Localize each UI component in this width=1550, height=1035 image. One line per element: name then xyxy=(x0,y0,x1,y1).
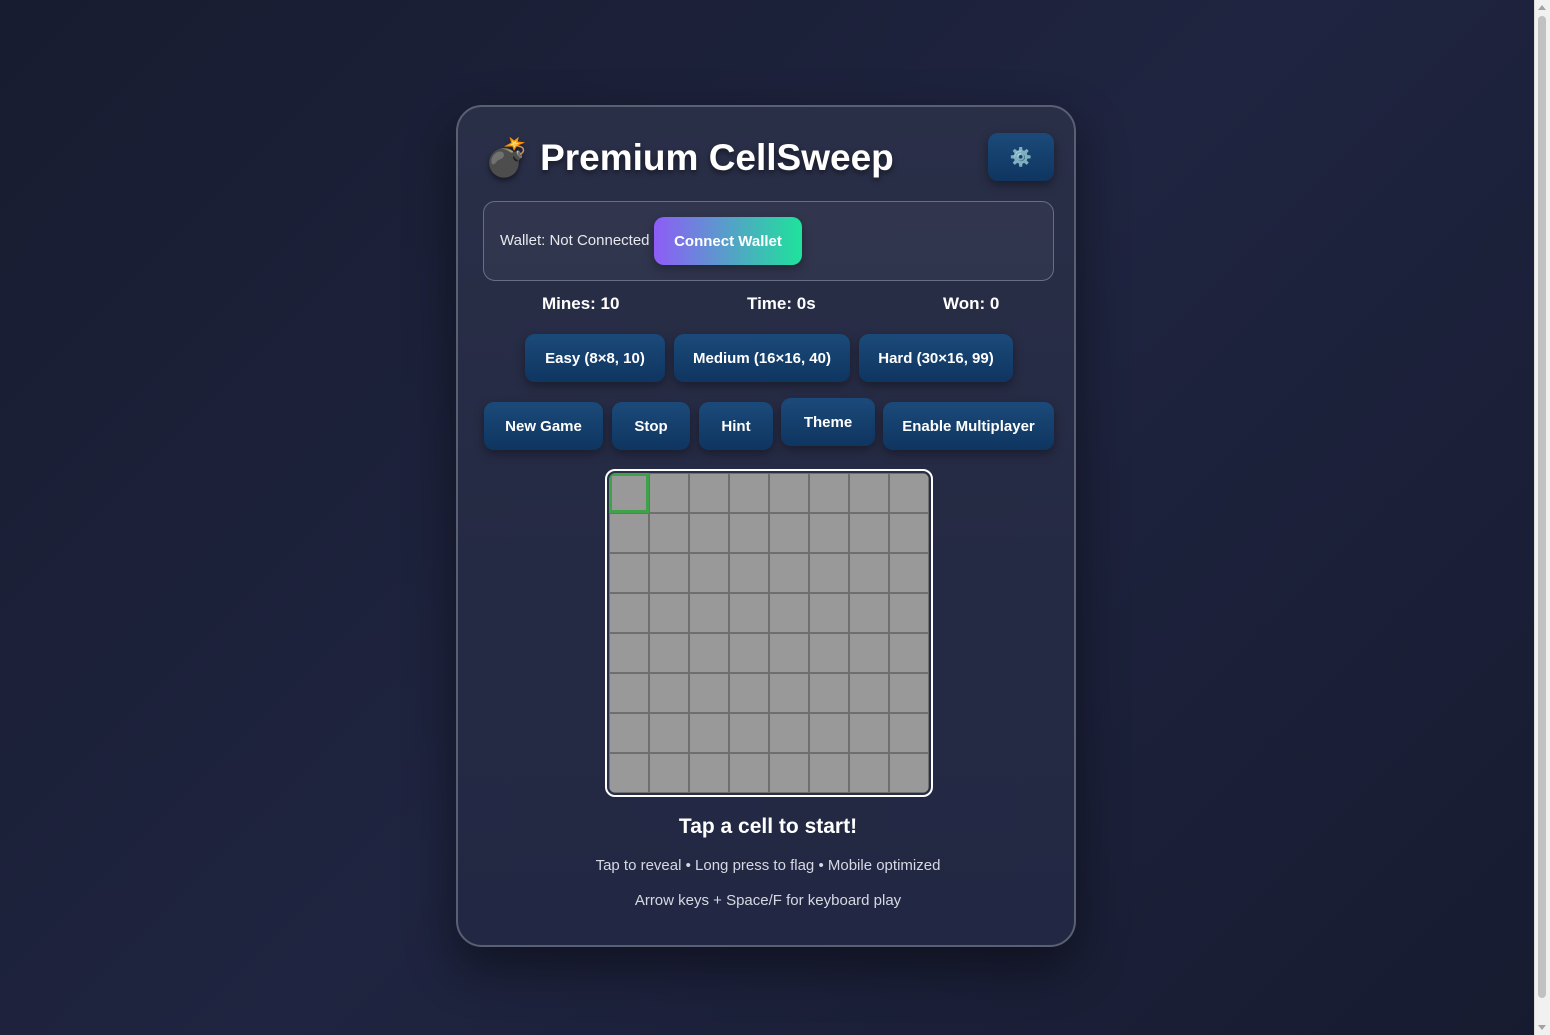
board-cell[interactable] xyxy=(809,713,849,753)
board-cell[interactable] xyxy=(689,753,729,793)
board-cell[interactable] xyxy=(809,673,849,713)
board-cell[interactable] xyxy=(609,753,649,793)
board-cell[interactable] xyxy=(649,513,689,553)
header: 💣 Premium CellSweep ⚙️ xyxy=(484,133,1054,185)
board-cell[interactable] xyxy=(809,753,849,793)
board-cell[interactable] xyxy=(649,673,689,713)
connect-wallet-button[interactable]: Connect Wallet xyxy=(654,217,802,265)
theme-button[interactable]: Theme xyxy=(781,398,875,446)
board-cell[interactable] xyxy=(649,633,689,673)
board-cell[interactable] xyxy=(649,593,689,633)
help-text-keyboard: Arrow keys + Space/F for keyboard play xyxy=(634,892,902,909)
board-cell[interactable] xyxy=(769,673,809,713)
board-cell[interactable] xyxy=(849,753,889,793)
board-cell[interactable] xyxy=(729,633,769,673)
board-cell[interactable] xyxy=(649,713,689,753)
board-cell[interactable] xyxy=(769,713,809,753)
board-cell[interactable] xyxy=(649,553,689,593)
board-cell[interactable] xyxy=(609,713,649,753)
board-cell[interactable] xyxy=(889,473,929,513)
scrollbar[interactable] xyxy=(1534,0,1550,1035)
board-cell[interactable] xyxy=(849,633,889,673)
board-cell[interactable] xyxy=(849,513,889,553)
scroll-up-arrow-icon[interactable] xyxy=(1538,5,1546,10)
mines-counter: Mines: 10 xyxy=(542,294,620,313)
board-cell[interactable] xyxy=(689,553,729,593)
board-cell[interactable] xyxy=(609,633,649,673)
board-cell[interactable] xyxy=(729,673,769,713)
gear-icon: ⚙️ xyxy=(1009,146,1033,167)
hard-button[interactable]: Hard (30×16, 99) xyxy=(859,334,1013,382)
stop-button[interactable]: Stop xyxy=(612,402,690,450)
board-cell[interactable] xyxy=(689,593,729,633)
board-cell[interactable] xyxy=(609,593,649,633)
easy-button[interactable]: Easy (8×8, 10) xyxy=(525,334,665,382)
medium-button[interactable]: Medium (16×16, 40) xyxy=(674,334,850,382)
new-game-button[interactable]: New Game xyxy=(484,402,603,450)
hint-button[interactable]: Hint xyxy=(699,402,773,450)
page-title: 💣 Premium CellSweep xyxy=(484,135,894,181)
board-cell[interactable] xyxy=(849,713,889,753)
board-cell[interactable] xyxy=(809,513,849,553)
board-cell[interactable] xyxy=(809,593,849,633)
title-text: Premium CellSweep xyxy=(540,137,894,178)
board-cell[interactable] xyxy=(889,633,929,673)
board-cell[interactable] xyxy=(729,513,769,553)
board-cell[interactable] xyxy=(769,553,809,593)
game-board xyxy=(605,469,933,797)
board-cell[interactable] xyxy=(769,753,809,793)
board-cell[interactable] xyxy=(809,633,849,673)
board-cell[interactable] xyxy=(769,513,809,553)
board-cell[interactable] xyxy=(769,473,809,513)
board-cell[interactable] xyxy=(889,593,929,633)
board-cell[interactable] xyxy=(689,513,729,553)
cell-grid xyxy=(609,473,929,793)
board-cell[interactable] xyxy=(729,713,769,753)
board-cell[interactable] xyxy=(689,713,729,753)
board-cell[interactable] xyxy=(689,473,729,513)
board-cell[interactable] xyxy=(729,553,769,593)
board-cell[interactable] xyxy=(689,673,729,713)
board-cell[interactable] xyxy=(649,473,689,513)
bomb-icon: 💣 xyxy=(484,137,531,178)
scroll-down-arrow-icon[interactable] xyxy=(1538,1025,1546,1030)
board-cell[interactable] xyxy=(729,473,769,513)
board-cell[interactable] xyxy=(849,473,889,513)
board-cell[interactable] xyxy=(889,713,929,753)
help-text-touch: Tap to reveal • Long press to flag • Mob… xyxy=(595,857,941,874)
scrollbar-thumb[interactable] xyxy=(1538,16,1546,998)
board-cell[interactable] xyxy=(849,593,889,633)
board-cell[interactable] xyxy=(769,633,809,673)
board-cell[interactable] xyxy=(609,473,649,513)
wallet-panel: Wallet: Not Connected Connect Wallet xyxy=(483,201,1054,281)
board-cell[interactable] xyxy=(889,513,929,553)
board-cell[interactable] xyxy=(809,473,849,513)
board-cell[interactable] xyxy=(889,753,929,793)
board-cell[interactable] xyxy=(729,593,769,633)
won-counter: Won: 0 xyxy=(943,294,1000,313)
settings-button[interactable]: ⚙️ xyxy=(988,133,1054,181)
board-cell[interactable] xyxy=(809,553,849,593)
board-cell[interactable] xyxy=(689,633,729,673)
board-cell[interactable] xyxy=(889,553,929,593)
board-cell[interactable] xyxy=(609,513,649,553)
board-cell[interactable] xyxy=(609,673,649,713)
game-card: 💣 Premium CellSweep ⚙️ Wallet: Not Connec… xyxy=(456,105,1076,947)
timer: Time: 0s xyxy=(747,294,816,313)
status-message: Tap a cell to start! xyxy=(678,815,858,838)
enable-multiplayer-button[interactable]: Enable Multiplayer xyxy=(883,402,1054,450)
board-cell[interactable] xyxy=(729,753,769,793)
board-cell[interactable] xyxy=(889,673,929,713)
wallet-status: Wallet: Not Connected xyxy=(500,232,650,249)
board-cell[interactable] xyxy=(849,673,889,713)
board-cell[interactable] xyxy=(609,553,649,593)
board-cell[interactable] xyxy=(649,753,689,793)
board-cell[interactable] xyxy=(849,553,889,593)
board-cell[interactable] xyxy=(769,593,809,633)
